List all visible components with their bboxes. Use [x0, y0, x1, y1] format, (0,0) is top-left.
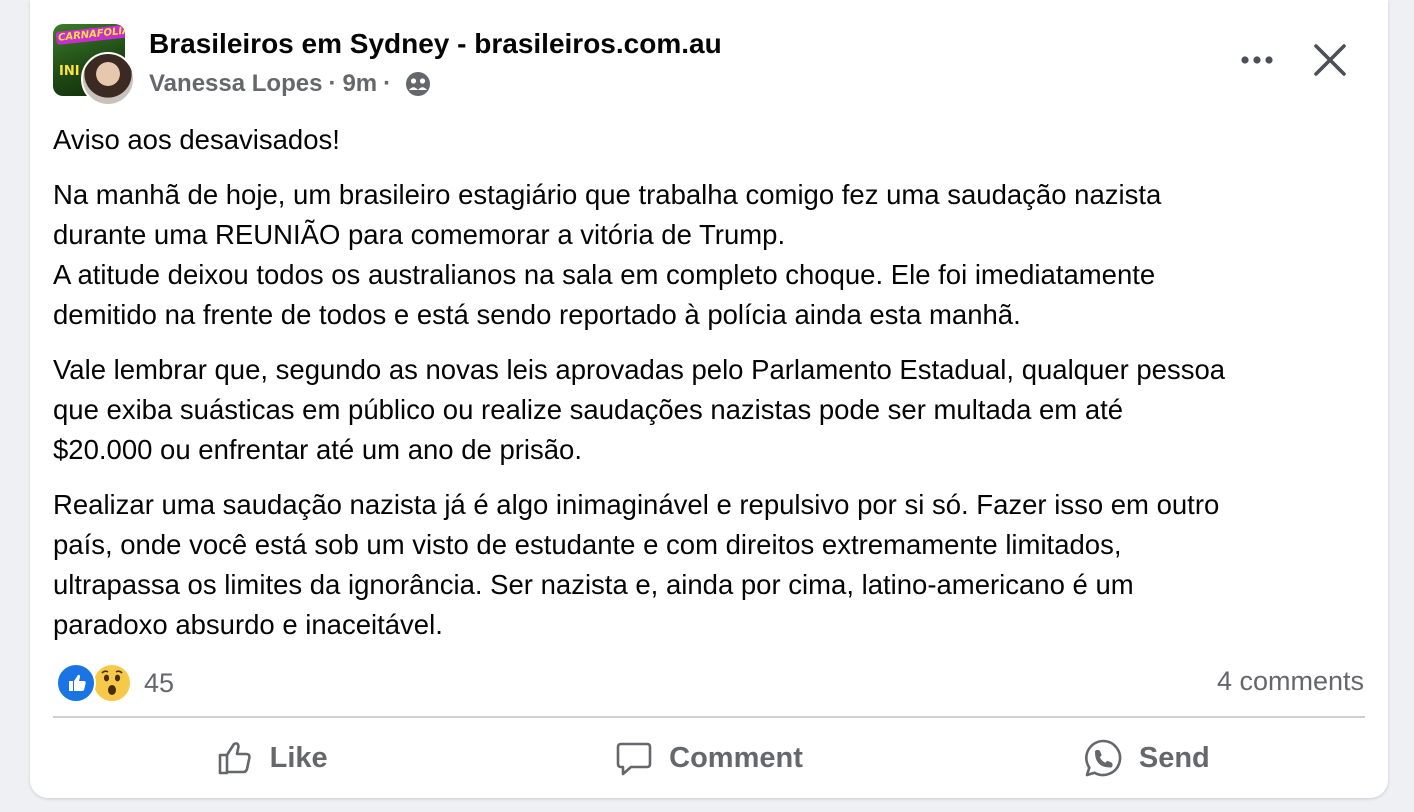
- send-label: Send: [1138, 741, 1210, 774]
- meta-separator-2: ·: [383, 70, 392, 97]
- post-line: demitido na frente de todos e está sendo…: [53, 299, 1021, 330]
- author-avatar[interactable]: [81, 52, 135, 106]
- meta-separator: ·: [328, 70, 337, 97]
- action-bar: Like Comment Send: [53, 726, 1365, 790]
- post-line: que exiba suásticas em público ou realiz…: [53, 394, 1124, 425]
- reactions-summary[interactable]: 45: [56, 663, 174, 703]
- author-name-link[interactable]: Vanessa Lopes: [149, 70, 322, 98]
- post-text: Aviso aos desavisados! Na manhã de hoje,…: [53, 120, 1373, 660]
- wow-icon: [92, 663, 132, 703]
- more-options-button[interactable]: [1230, 42, 1284, 78]
- post-paragraph: Realizar uma saudação nazista já é algo …: [53, 485, 1373, 645]
- divider: [53, 716, 1365, 718]
- like-icon: [56, 663, 96, 703]
- messenger-send-icon: [1084, 739, 1122, 777]
- post-line: $20.000 ou enfrentar até um ano de prisã…: [53, 434, 582, 465]
- post-line: Aviso aos desavisados!: [53, 124, 340, 155]
- post-line: ultrapassa os limites da ignorância. Ser…: [53, 569, 1134, 600]
- post-meta: Vanessa Lopes · 9m ·: [149, 70, 431, 98]
- post-paragraph: Aviso aos desavisados!: [53, 120, 1373, 160]
- comment-bubble-icon: [616, 742, 652, 776]
- close-button[interactable]: [1310, 40, 1350, 80]
- post-line: A atitude deixou todos os australianos n…: [53, 259, 1156, 290]
- post-paragraph: Vale lembrar que, segundo as novas leis …: [53, 350, 1373, 470]
- close-icon: [1314, 44, 1346, 76]
- group-avatar-logo-text: CARNAFOLIA: [55, 24, 125, 45]
- more-icon: [1241, 56, 1273, 64]
- post-line: Vale lembrar que, segundo as novas leis …: [53, 354, 1226, 385]
- reaction-count: 45: [144, 667, 175, 698]
- comment-label: Comment: [669, 741, 803, 774]
- post-line: paradoxo absurdo e inaceitável.: [53, 609, 443, 640]
- post-line: Na manhã de hoje, um brasileiro estagiár…: [53, 179, 1162, 210]
- send-button[interactable]: Send: [928, 726, 1365, 790]
- group-name-link[interactable]: Brasileiros em Sydney - brasileiros.com.…: [149, 28, 722, 60]
- comment-button[interactable]: Comment: [490, 726, 927, 790]
- post-paragraph: Na manhã de hoje, um brasileiro estagiár…: [53, 175, 1373, 335]
- post-time-link[interactable]: 9m: [342, 70, 377, 98]
- group-members-icon[interactable]: [405, 71, 431, 97]
- like-button[interactable]: Like: [53, 726, 490, 790]
- post-card: CARNAFOLIA INI Brasileiros em Sydney - b…: [30, 0, 1388, 798]
- post-line: durante uma REUNIÃO para comemorar a vit…: [53, 219, 786, 250]
- post-avatars[interactable]: CARNAFOLIA INI: [53, 24, 135, 106]
- like-label: Like: [269, 741, 328, 774]
- post-line: país, onde você está sob um visto de est…: [53, 529, 1122, 560]
- group-avatar-logo-text-2: INI: [59, 64, 80, 79]
- post-line: Realizar uma saudação nazista já é algo …: [53, 489, 1220, 520]
- thumbs-up-icon: [218, 742, 251, 775]
- comments-count-link[interactable]: 4 comments: [1217, 666, 1364, 697]
